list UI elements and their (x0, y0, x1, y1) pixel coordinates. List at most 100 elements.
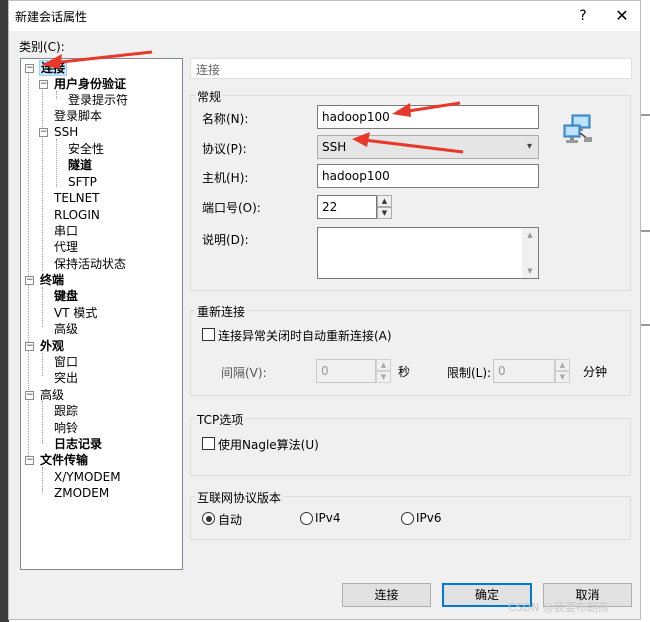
tree-item-user-auth[interactable]: − 用户身份验证 (39, 76, 127, 92)
tree-item-serial[interactable]: 串口 (53, 223, 79, 239)
tree-guide-line (56, 139, 57, 187)
tree-item-trace[interactable]: 跟踪 (53, 403, 79, 419)
port-input[interactable]: 22 (317, 195, 377, 219)
tree-item-keyboard[interactable]: 键盘 (53, 288, 79, 304)
reconnect-group-label: 重新连接 (195, 303, 248, 320)
ipv6-radio[interactable] (401, 512, 414, 525)
limit-label: 限制(L): (447, 366, 492, 380)
name-label: 名称(N): (202, 112, 249, 126)
tree-item-terminal[interactable]: − 终端 (25, 272, 65, 288)
scroll-down-icon[interactable]: ▼ (522, 264, 538, 278)
session-properties-dialog: 新建会话属性 ? ✕ 类别(C): − 连接 − 用户身份验证 登录提示符 登录… (8, 0, 641, 620)
tree-item-login-script[interactable]: 登录脚本 (53, 108, 103, 124)
tree-guide-line (42, 287, 43, 327)
collapse-icon[interactable]: − (25, 456, 34, 465)
collapse-icon[interactable]: − (39, 128, 48, 137)
tcp-group-label: TCP选项 (195, 411, 246, 428)
auto-reconnect-checkbox[interactable] (202, 328, 215, 341)
tree-item-terminal-advanced[interactable]: 高级 (53, 321, 79, 337)
chevron-down-icon[interactable]: ▾ (527, 136, 532, 158)
section-header: 连接 (190, 58, 632, 79)
tree-item-highlight[interactable]: 突出 (53, 370, 79, 386)
port-label: 端口号(O): (202, 201, 261, 215)
tree-item-label: 日志记录 (54, 437, 103, 451)
limit-stepper[interactable]: ▲ ▼ (555, 359, 570, 383)
tree-item-label: 登录脚本 (54, 109, 103, 123)
category-tree[interactable]: − 连接 − 用户身份验证 登录提示符 登录脚本 − SSH 安全性 隧道 SF… (20, 58, 183, 570)
tree-item-label: 代理 (54, 240, 79, 254)
tree-item-security[interactable]: 安全性 (67, 141, 105, 157)
tree-item-login-prompts[interactable]: 登录提示符 (67, 92, 129, 108)
collapse-icon[interactable]: − (25, 276, 34, 285)
tree-guide-line (42, 467, 43, 493)
watermark-text: CSDN @我要布朗熊 (508, 601, 609, 614)
ipv6-label: IPv6 (416, 511, 442, 525)
tree-item-file-transfer[interactable]: − 文件传输 (25, 452, 89, 468)
port-stepper[interactable]: ▲ ▼ (377, 195, 392, 219)
tree-item-logging[interactable]: 日志记录 (53, 436, 103, 452)
tree-item-tunnel[interactable]: 隧道 (67, 157, 93, 173)
section-title: 连接 (196, 63, 221, 77)
host-input[interactable]: hadoop100 (317, 164, 539, 188)
collapse-icon[interactable]: − (25, 342, 34, 351)
spin-down-icon[interactable]: ▼ (377, 207, 392, 219)
help-button[interactable]: ? (571, 5, 595, 27)
nagle-checkbox[interactable] (202, 437, 215, 450)
limit-input[interactable]: 0 (493, 359, 555, 383)
spin-up-icon[interactable]: ▲ (555, 359, 570, 371)
tree-item-appearance[interactable]: − 外观 (25, 338, 65, 354)
tree-item-label: 串口 (54, 224, 79, 238)
tree-item-zmodem[interactable]: ZMODEM (53, 485, 110, 501)
scroll-up-icon[interactable]: ▲ (522, 228, 538, 242)
interval-stepper[interactable]: ▲ ▼ (376, 359, 391, 383)
protocol-select[interactable]: SSH ▾ (317, 135, 539, 159)
tree-item-advanced[interactable]: − 高级 (25, 387, 65, 403)
description-label: 说明(D): (202, 233, 249, 247)
tree-item-label: 外观 (40, 339, 65, 353)
tree-item-rlogin[interactable]: RLOGIN (53, 207, 101, 223)
description-scrollbar[interactable]: ▲ ▼ (522, 228, 538, 278)
tree-item-label: 高级 (40, 388, 65, 402)
collapse-icon[interactable]: − (25, 64, 34, 73)
nagle-label: 使用Nagle算法(U) (218, 438, 319, 452)
tree-item-label: SSH (54, 125, 79, 139)
spin-down-icon[interactable]: ▼ (376, 371, 391, 383)
auto-reconnect-label: 连接异常关闭时自动重新连接(A) (218, 329, 392, 343)
tree-item-sftp[interactable]: SFTP (67, 174, 98, 190)
collapse-icon[interactable]: − (25, 391, 34, 400)
tree-item-telnet[interactable]: TELNET (53, 190, 101, 206)
background-mark (641, 324, 650, 326)
connect-button[interactable]: 连接 (342, 583, 431, 607)
ip-auto-radio[interactable] (202, 512, 215, 525)
close-button[interactable]: ✕ (609, 4, 635, 28)
tree-item-label: TELNET (54, 191, 100, 205)
tree-item-bell[interactable]: 响铃 (53, 420, 79, 436)
interval-input[interactable]: 0 (316, 359, 376, 383)
tree-item-vt-mode[interactable]: VT 模式 (53, 305, 98, 321)
tree-item-xymodem[interactable]: X/YMODEM (53, 469, 122, 485)
tree-item-label: 终端 (40, 273, 65, 287)
ip-version-group-label: 互联网协议版本 (195, 489, 284, 506)
collapse-icon[interactable]: − (39, 80, 48, 89)
spin-up-icon[interactable]: ▲ (377, 195, 392, 207)
spin-down-icon[interactable]: ▼ (555, 371, 570, 383)
host-label: 主机(H): (202, 171, 249, 185)
spin-up-icon[interactable]: ▲ (376, 359, 391, 371)
interval-unit: 秒 (398, 365, 411, 379)
description-textarea[interactable]: ▲ ▼ (317, 227, 539, 279)
ip-auto-label: 自动 (218, 513, 243, 527)
tree-item-label: 跟踪 (54, 404, 79, 418)
limit-unit: 分钟 (583, 365, 608, 379)
background-strip-right (641, 0, 650, 622)
name-input[interactable]: hadoop100 (317, 105, 539, 129)
tree-item-label: 用户身份验证 (54, 77, 127, 91)
title-bar: 新建会话属性 ? ✕ (9, 1, 640, 31)
tree-item-connection[interactable]: − 连接 (25, 60, 68, 76)
tree-item-keepalive[interactable]: 保持活动状态 (53, 256, 127, 272)
tree-item-label: RLOGIN (54, 208, 100, 222)
tree-item-proxy[interactable]: 代理 (53, 239, 79, 255)
tree-item-ssh[interactable]: − SSH (39, 124, 79, 140)
tree-item-window[interactable]: 窗口 (53, 354, 79, 370)
ipv4-radio[interactable] (300, 512, 313, 525)
interval-label: 间隔(V): (221, 366, 267, 380)
